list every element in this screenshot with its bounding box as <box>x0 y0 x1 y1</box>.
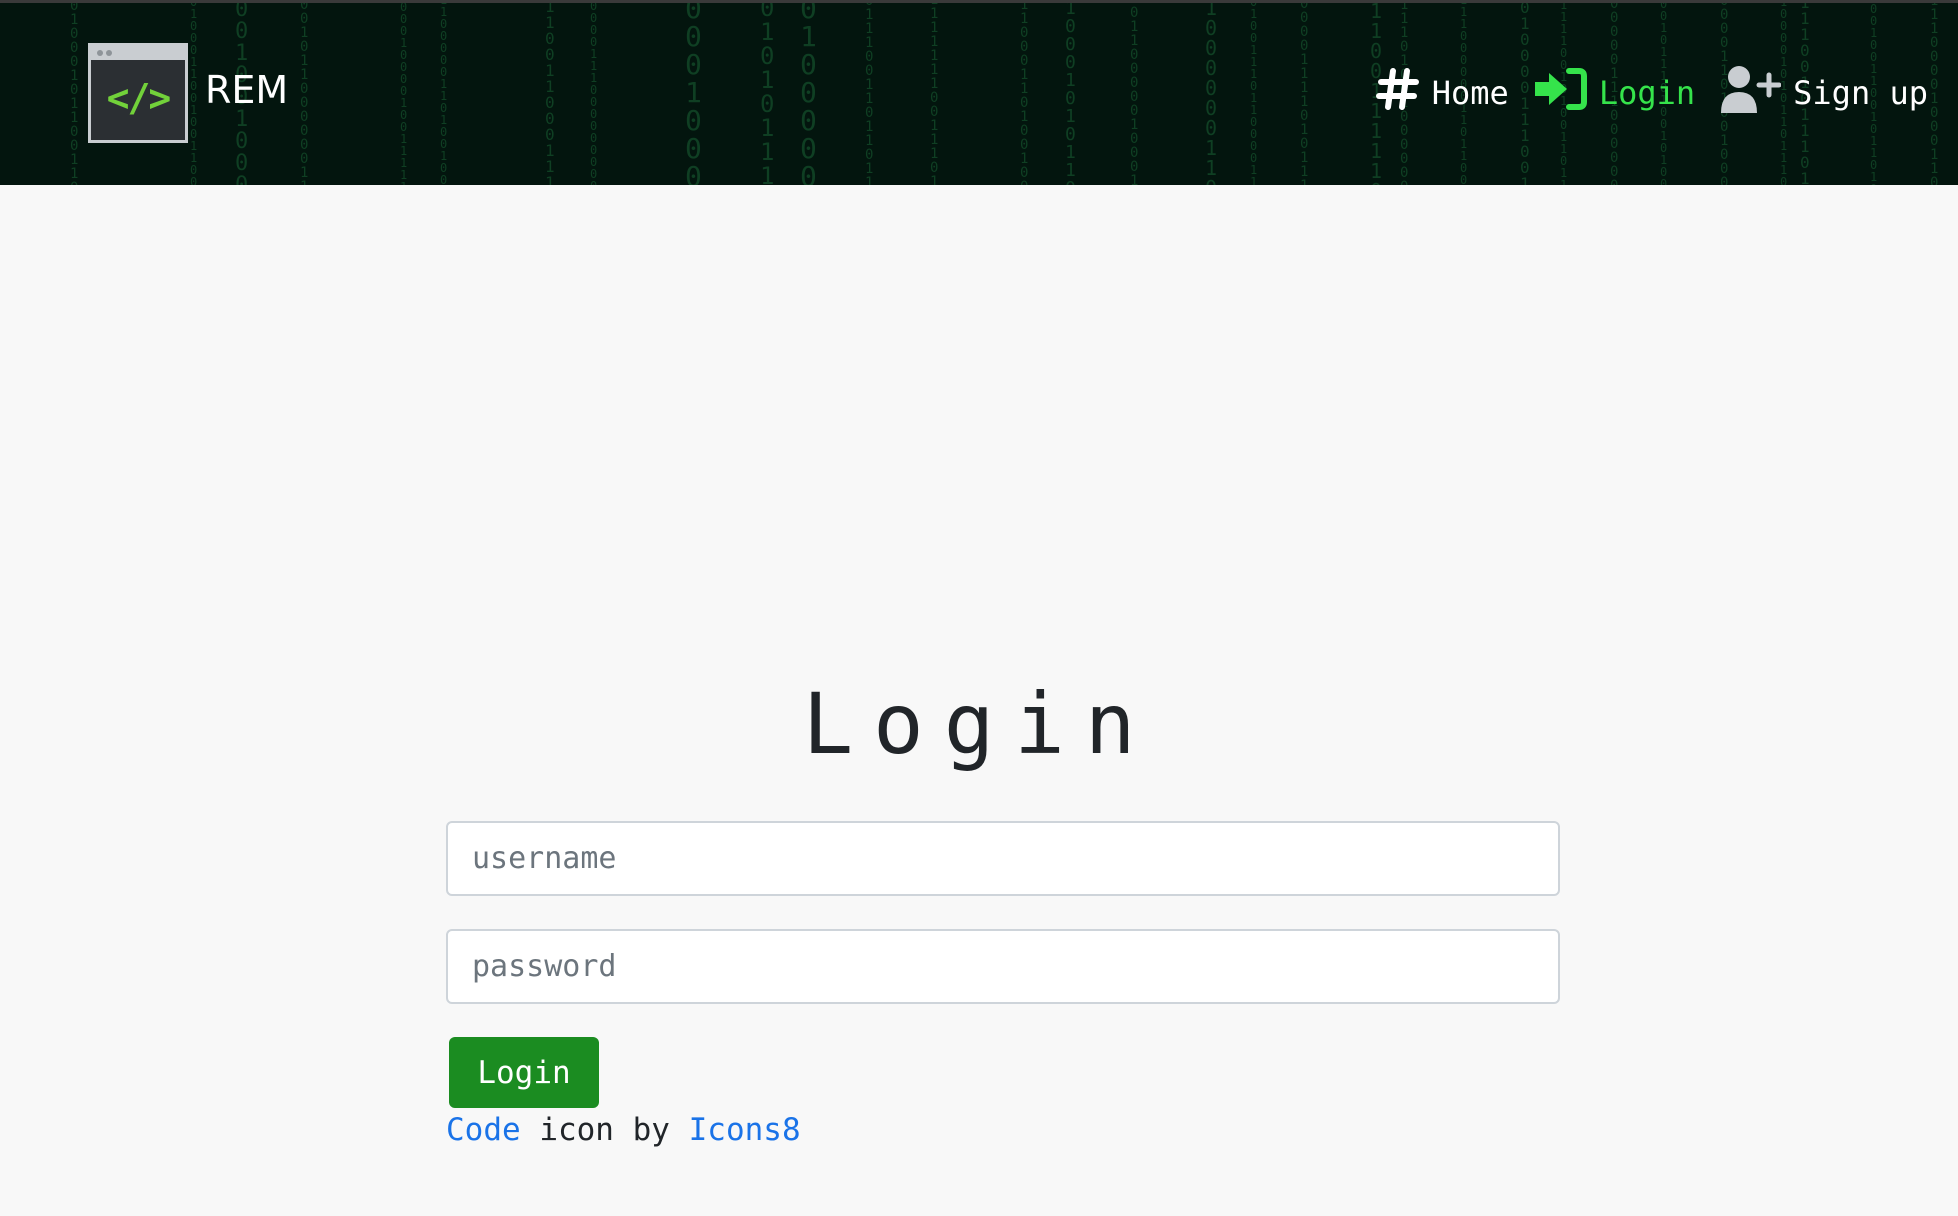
nav-item-login[interactable]: Login <box>1533 67 1695 119</box>
username-input[interactable] <box>446 821 1560 896</box>
matrix-column: 0 1 0 0 0 0 0 1 <box>800 0 817 185</box>
matrix-column: 0 0 1 1 0 0 0 0 0 1 0 0 0 1 0 <box>1130 3 1139 185</box>
nav-item-signup-label: Sign up <box>1793 74 1928 112</box>
code-window-icon: </> <box>88 43 188 143</box>
matrix-column: 0 1 0 1 0 1 1 1 0 <box>760 0 775 185</box>
matrix-column: 1 1 0 0 1 1 0 0 0 1 1 1 1 <box>545 0 555 185</box>
matrix-column: 0 1 0 0 0 1 0 1 1 0 0 1 1 0 0 <box>70 0 79 185</box>
sign-in-icon <box>1533 67 1599 119</box>
matrix-column: 1 1 0 0 0 0 0 1 1 0 1 0 0 1 0 0 1 <box>440 0 448 185</box>
user-plus-icon <box>1719 63 1793 123</box>
matrix-column: 1 0 0 1 0 1 1 0 0 0 0 0 0 1 1 <box>300 0 309 185</box>
matrix-column: 0 0 1 0 0 1 1 1 0 1 1 0 0 0 0 1 1 <box>1250 0 1258 185</box>
matrix-column: 1 1 1 0 0 0 0 1 0 0 0 1 1 0 0 <box>1930 0 1939 185</box>
brand-logo-code: </> <box>106 76 172 120</box>
matrix-column: 0 0 0 0 1 0 0 0 0 1 0 0 1 1 1 1 1 <box>400 0 408 185</box>
nav-item-login-label: Login <box>1598 74 1696 112</box>
login-submit-button[interactable]: Login <box>449 1037 599 1108</box>
brand-name: REM <box>205 68 289 112</box>
matrix-column: 1 0 0 0 0 1 1 1 0 0 0 0 0 0 0 0 0 <box>590 0 598 185</box>
matrix-column: 0 0 0 1 0 0 0 0 <box>685 0 702 185</box>
brand-link[interactable]: </> REM <box>88 43 288 143</box>
matrix-column: 1 0 0 0 1 0 1 0 1 1 0 1 <box>1065 0 1076 185</box>
nav-item-home[interactable]: Home <box>1375 67 1509 119</box>
hashtag-icon <box>1375 67 1432 119</box>
icons8-link[interactable]: Icons8 <box>689 1112 801 1148</box>
icon-credit: Code icon by Icons8 <box>446 1112 801 1148</box>
page-title: Login <box>802 675 1156 773</box>
matrix-column: 0 0 0 0 1 1 1 1 0 1 0 1 1 1 0 <box>1300 0 1309 185</box>
code-icon-link[interactable]: Code <box>446 1112 521 1148</box>
matrix-column: 0 1 1 0 0 0 1 1 0 1 0 0 1 0 0 <box>1020 0 1029 185</box>
matrix-column: 1 0 0 0 0 0 0 1 1 0 1 <box>1205 0 1218 185</box>
matrix-column: 0 1 1 1 0 0 1 1 0 1 1 0 1 1 0 <box>865 0 874 185</box>
matrix-column: 1 1 1 1 1 1 1 0 0 1 1 1 0 1 1 <box>930 0 939 185</box>
main-nav: Home Login Sign up <box>1352 63 1928 123</box>
password-input[interactable] <box>446 929 1560 1004</box>
nav-item-signup[interactable]: Sign up <box>1719 63 1928 123</box>
nav-item-home-label: Home <box>1431 74 1509 112</box>
navbar: 0 1 0 0 0 1 0 1 1 0 0 1 1 0 0 1 0 1 0 0 … <box>0 0 1958 185</box>
credit-text: icon by <box>520 1112 689 1148</box>
